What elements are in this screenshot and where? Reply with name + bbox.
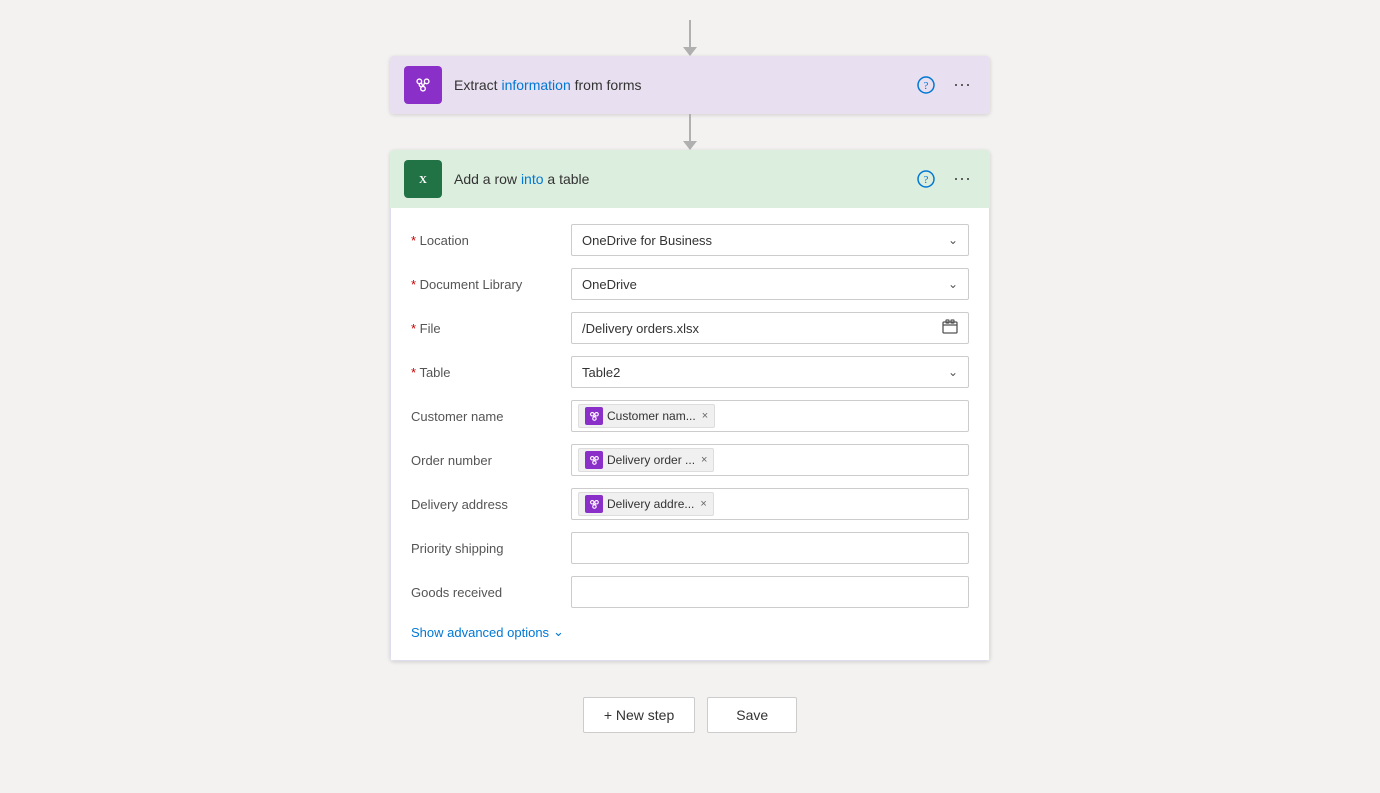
step-excel-more-button[interactable]: ⋯ bbox=[949, 165, 976, 194]
svg-text:?: ? bbox=[924, 80, 929, 92]
help-circle-icon-2: ? bbox=[917, 170, 935, 188]
location-row: Location OneDrive for Business ⌄ bbox=[411, 224, 969, 256]
goods-received-row: Goods received bbox=[411, 576, 969, 608]
goods-received-input[interactable] bbox=[571, 576, 969, 608]
connector-top bbox=[683, 20, 697, 56]
workflow-canvas: Extract information from forms ? ⋯ bbox=[0, 0, 1380, 793]
excel-svg-icon: X bbox=[411, 167, 435, 191]
save-button[interactable]: Save bbox=[707, 697, 797, 733]
order-number-tag-close[interactable]: × bbox=[701, 454, 707, 466]
delivery-address-row: Delivery address Delivery a bbox=[411, 488, 969, 520]
goods-received-label: Goods received bbox=[411, 585, 571, 600]
delivery-tag-icon bbox=[585, 495, 603, 513]
location-dropdown[interactable]: OneDrive for Business ⌄ bbox=[571, 224, 969, 256]
step-extract-title: Extract information from forms bbox=[454, 77, 913, 93]
help-circle-icon: ? bbox=[917, 76, 935, 94]
customer-name-tag-close[interactable]: × bbox=[702, 410, 708, 422]
order-number-tag: Delivery order ... × bbox=[578, 448, 714, 472]
delivery-address-field[interactable]: Delivery addre... × bbox=[571, 488, 969, 520]
step-extract-card: Extract information from forms ? ⋯ bbox=[390, 56, 990, 114]
show-advanced-button[interactable]: Show advanced options ⌄ bbox=[411, 620, 564, 644]
svg-text:X: X bbox=[419, 174, 427, 186]
table-dropdown[interactable]: Table2 ⌄ bbox=[571, 356, 969, 388]
step-extract-more-button[interactable]: ⋯ bbox=[949, 71, 976, 100]
delivery-address-tag: Delivery addre... × bbox=[578, 492, 714, 516]
bottom-actions: + New step Save bbox=[583, 697, 797, 733]
customer-name-row: Customer name Customer nam. bbox=[411, 400, 969, 432]
step-excel-title: Add a row into a table bbox=[454, 171, 913, 187]
order-number-field[interactable]: Delivery order ... × bbox=[571, 444, 969, 476]
extract-svg-icon bbox=[412, 74, 434, 96]
step-excel-header[interactable]: X Add a row into a table ? ⋯ bbox=[390, 150, 990, 208]
priority-shipping-label: Priority shipping bbox=[411, 541, 571, 556]
doc-library-dropdown-arrow: ⌄ bbox=[948, 277, 958, 291]
priority-shipping-input[interactable] bbox=[571, 532, 969, 564]
show-advanced-chevron-icon: ⌄ bbox=[553, 624, 564, 640]
file-browse-icon bbox=[942, 319, 958, 338]
extract-icon bbox=[404, 66, 442, 104]
customer-name-tag: Customer nam... × bbox=[578, 404, 715, 428]
file-row: File /Delivery orders.xlsx bbox=[411, 312, 969, 344]
order-tag-icon bbox=[585, 451, 603, 469]
step-extract-actions: ? ⋯ bbox=[913, 71, 976, 100]
table-label: Table bbox=[411, 365, 571, 380]
svg-text:?: ? bbox=[924, 174, 929, 186]
excel-icon: X bbox=[404, 160, 442, 198]
new-step-button[interactable]: + New step bbox=[583, 697, 695, 733]
table-dropdown-arrow: ⌄ bbox=[948, 365, 958, 379]
step-excel-card: X Add a row into a table ? ⋯ bbox=[390, 150, 990, 661]
order-number-row: Order number Delivery order bbox=[411, 444, 969, 476]
location-label: Location bbox=[411, 233, 571, 248]
doc-library-dropdown[interactable]: OneDrive ⌄ bbox=[571, 268, 969, 300]
file-label: File bbox=[411, 321, 571, 336]
connector-middle bbox=[683, 114, 697, 150]
step-extract-header[interactable]: Extract information from forms ? ⋯ bbox=[390, 56, 990, 114]
delivery-address-label: Delivery address bbox=[411, 497, 571, 512]
step-excel-body: Location OneDrive for Business ⌄ Documen… bbox=[390, 208, 990, 661]
step-excel-actions: ? ⋯ bbox=[913, 165, 976, 194]
step-excel-help-button[interactable]: ? bbox=[913, 166, 939, 192]
customer-name-label: Customer name bbox=[411, 409, 571, 424]
customer-tag-icon bbox=[585, 407, 603, 425]
order-number-label: Order number bbox=[411, 453, 571, 468]
location-dropdown-arrow: ⌄ bbox=[948, 233, 958, 247]
doc-library-row: Document Library OneDrive ⌄ bbox=[411, 268, 969, 300]
priority-shipping-row: Priority shipping bbox=[411, 532, 969, 564]
table-row-form: Table Table2 ⌄ bbox=[411, 356, 969, 388]
doc-library-label: Document Library bbox=[411, 277, 571, 292]
customer-name-field[interactable]: Customer nam... × bbox=[571, 400, 969, 432]
delivery-address-tag-close[interactable]: × bbox=[700, 498, 706, 510]
file-input[interactable]: /Delivery orders.xlsx bbox=[571, 312, 969, 344]
step-extract-help-button[interactable]: ? bbox=[913, 72, 939, 98]
show-advanced-section: Show advanced options ⌄ bbox=[411, 620, 969, 644]
